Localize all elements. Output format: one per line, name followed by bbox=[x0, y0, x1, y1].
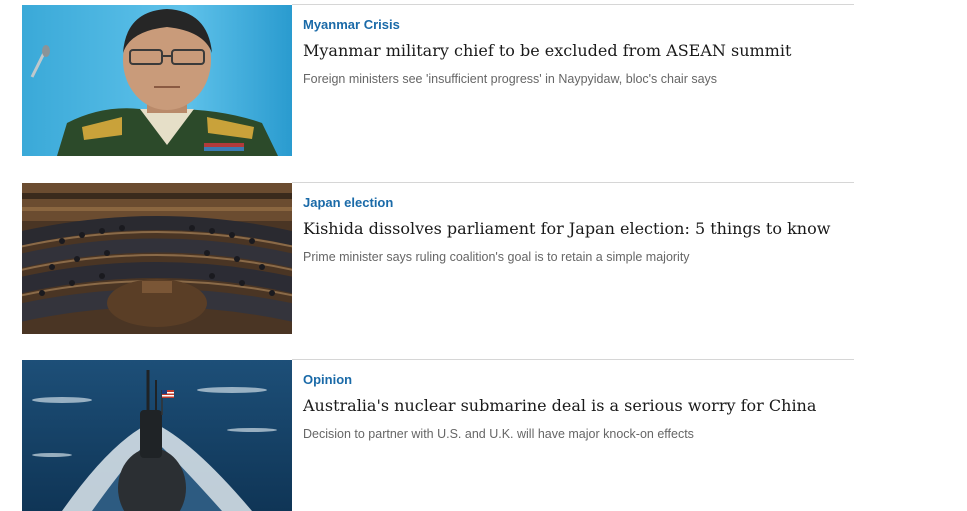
story-divider bbox=[292, 182, 854, 183]
story-summary: Foreign ministers see 'insufficient prog… bbox=[303, 72, 718, 86]
story-divider bbox=[292, 4, 854, 5]
story-headline-link[interactable]: Australia's nuclear submarine deal is a … bbox=[303, 395, 853, 417]
story-card-myanmar: Myanmar Crisis Myanmar military chief to… bbox=[22, 4, 854, 156]
story-card-japan-election: Japan election Kishida dissolves parliam… bbox=[22, 182, 854, 334]
story-category-link[interactable]: Myanmar Crisis bbox=[303, 17, 400, 33]
story-summary: Decision to partner with U.S. and U.K. w… bbox=[303, 427, 694, 441]
story-headline-link[interactable]: Myanmar military chief to be excluded fr… bbox=[303, 40, 853, 62]
story-category-link[interactable]: Opinion bbox=[303, 372, 352, 388]
story-thumbnail-military-chief[interactable] bbox=[22, 5, 292, 156]
story-divider bbox=[292, 359, 854, 360]
story-card-submarine: Opinion Australia's nuclear submarine de… bbox=[22, 359, 854, 511]
story-category-link[interactable]: Japan election bbox=[303, 195, 393, 211]
story-text: Japan election Kishida dissolves parliam… bbox=[303, 194, 853, 265]
story-thumbnail-parliament[interactable] bbox=[22, 183, 292, 334]
story-thumbnail-submarine[interactable] bbox=[22, 360, 292, 511]
story-headline-link[interactable]: Kishida dissolves parliament for Japan e… bbox=[303, 218, 853, 240]
story-summary: Prime minister says ruling coalition's g… bbox=[303, 250, 690, 264]
story-text: Myanmar Crisis Myanmar military chief to… bbox=[303, 16, 853, 87]
story-text: Opinion Australia's nuclear submarine de… bbox=[303, 371, 853, 442]
